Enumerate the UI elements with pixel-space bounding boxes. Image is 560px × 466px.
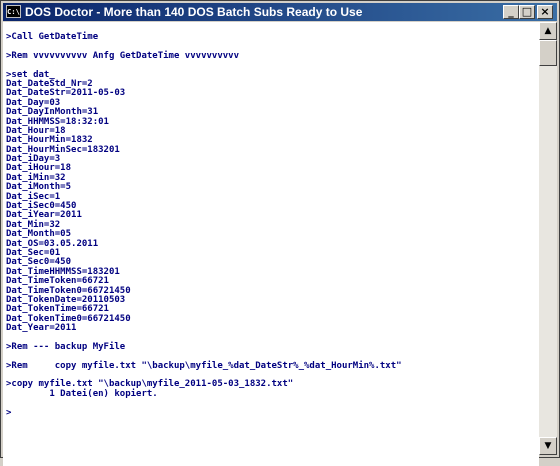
console-line: >Rem vvvvvvvvvv Anfg GetDateTime vvvvvvv… [6,50,239,61]
scroll-thumb[interactable] [539,40,557,66]
console-line: Dat_OS=03.05.2011 [6,238,99,249]
console-line: Dat_iMonth=5 [6,182,72,193]
console-icon[interactable]: C:\ [6,5,21,18]
console-window: C:\ DOS Doctor - More than 140 DOS Batch… [0,0,560,466]
console-line: Dat_iHour=18 [6,163,72,174]
scroll-down-arrow-icon[interactable]: ▼ [539,437,557,455]
vertical-scrollbar[interactable]: ▲ ▼ [539,22,557,455]
console-line: Dat_Min=32 [6,219,61,230]
console-line: > [6,407,12,418]
console-line: >Rem copy myfile.txt "\backup\myfile_%da… [6,360,402,371]
console-output[interactable]: >Call GetDateTime >Rem vvvvvvvvvv Anfg Ge… [3,22,539,466]
window-title: DOS Doctor - More than 140 DOS Batch Sub… [25,5,363,19]
title-bar[interactable]: C:\ DOS Doctor - More than 140 DOS Batch… [3,3,557,21]
console-line: Dat_Sec=01 [6,247,61,258]
console-line: Dat_HourMinSec=183201 [6,144,120,155]
console-line: >Call GetDateTime [6,32,99,42]
console-line: Dat_Year=2011 [6,323,77,334]
minimize-button[interactable]: _ [503,5,519,19]
close-button[interactable]: × [537,5,553,19]
console-line: Dat_HHMMSS=18:32:01 [6,116,109,127]
console-line: >Rem --- backup MyFile [6,341,126,352]
console-line: Dat_iMin=32 [6,172,66,183]
console-line: Dat_iDay=3 [6,154,61,165]
maximize-button[interactable]: □ [519,5,535,19]
scroll-up-arrow-icon[interactable]: ▲ [539,22,557,40]
console-line: Dat_iSec=1 [6,191,61,202]
console-line: 1 Datei(en) kopiert. [6,388,158,399]
console-line: Dat_iYear=2011 [6,210,82,221]
console-line: Dat_DateStr=2011-05-03 [6,88,126,99]
console-line: Dat_TokenTime0=66721450 [6,313,131,324]
console-line: Dat_iSec0=450 [6,201,77,212]
